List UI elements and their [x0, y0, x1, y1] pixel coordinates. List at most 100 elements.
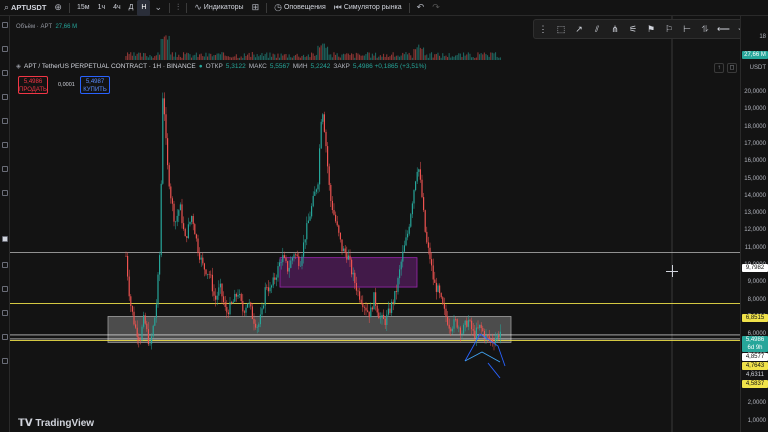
arrow-icon[interactable]: ⟵ [717, 24, 730, 35]
candle-body [143, 315, 145, 327]
magnet-tool-icon[interactable] [2, 286, 8, 292]
candle-body [498, 334, 500, 338]
zoom-tool-icon[interactable] [2, 262, 8, 268]
volume-bar [467, 52, 469, 60]
candle-body [411, 203, 413, 215]
shapes-tool-icon[interactable] [2, 190, 8, 196]
candle-body [474, 330, 476, 339]
eye-tool-icon[interactable] [2, 334, 8, 340]
price-tick: 19,0000 [744, 106, 766, 113]
candle-body [175, 221, 177, 223]
candle-body [440, 293, 442, 298]
crosshair-cursor-vertical [672, 265, 673, 277]
volume-bar [135, 55, 137, 60]
drag-handle-icon[interactable]: ⋮ [537, 24, 549, 35]
arrow-up-icon[interactable]: ↑ [714, 63, 724, 73]
fib-icon[interactable]: ⚟ [627, 24, 639, 35]
trendline-tool-icon[interactable] [2, 46, 8, 52]
volume-bar [277, 53, 279, 60]
layouts-button[interactable]: ⊞ [248, 0, 264, 16]
candle-body [335, 214, 337, 222]
volume-bar [290, 57, 292, 60]
brush-tool-icon[interactable] [2, 94, 8, 100]
candle-body [138, 336, 140, 340]
channel-icon[interactable]: ⫽ [591, 24, 603, 35]
volume-bar [498, 57, 500, 60]
volume-bar [336, 53, 338, 60]
crosshair-tool-icon[interactable] [2, 22, 8, 28]
volume-bar [323, 43, 325, 60]
trash-tool-icon[interactable] [2, 358, 8, 364]
volume-bar [219, 54, 221, 60]
sell-label: ПРОДАТЬ [19, 87, 47, 93]
volume-bar [258, 56, 260, 60]
tradingview-logo[interactable]: 𝗧𝗩 TradingView [18, 418, 94, 429]
volume-bar [341, 54, 343, 60]
timeframe-1h[interactable]: 1ч [94, 0, 110, 16]
candle-body [250, 302, 252, 307]
replay-button[interactable]: ⏮ Симулятор рынка [330, 0, 406, 16]
candle-body [323, 114, 325, 132]
sell-price: 5,4986 [23, 79, 43, 85]
fib-fan-icon[interactable]: ⚐ [663, 24, 675, 35]
volume-bar [200, 53, 202, 60]
volume-bar [363, 55, 365, 60]
pattern-tool-icon[interactable] [2, 142, 8, 148]
chart-type-button[interactable]: ⫶ [173, 0, 183, 16]
measure-icon[interactable]: ⊢ [681, 24, 693, 35]
ray-icon[interactable]: ↗ [573, 24, 585, 35]
volume-bar [464, 55, 466, 60]
volume-bar [173, 56, 175, 60]
volume-bar [352, 54, 354, 60]
candle-body [402, 251, 404, 262]
timeframe-4h[interactable]: 4ч [109, 0, 125, 16]
symbol-search[interactable]: ⌕ APTUSDT [0, 0, 50, 16]
long-position-icon[interactable]: ⥮ [699, 24, 711, 35]
volume-bar [397, 55, 399, 60]
lock-tool-icon[interactable] [2, 310, 8, 316]
candle-body [379, 317, 381, 319]
timeframe-1w[interactable]: Н [137, 0, 151, 16]
chart-pane[interactable] [10, 16, 740, 432]
price-axis[interactable]: 18 27,66 M USDT 20,0000 19,0000 18,0000 17,… [740, 16, 768, 432]
price-tick: 14,0000 [744, 192, 766, 199]
volume-bar [167, 39, 169, 60]
redo-button[interactable]: ↷ [428, 0, 444, 16]
rectangle-select-icon[interactable]: ⬚ [555, 24, 567, 35]
ruler-tool-icon[interactable] [2, 236, 8, 242]
candle-body [464, 320, 466, 325]
volume-bar [147, 57, 149, 60]
text-tool-icon[interactable] [2, 118, 8, 124]
compare-button[interactable]: ⊕ [50, 0, 66, 16]
timeframe-15m[interactable]: 15м [73, 0, 94, 16]
flag-icon[interactable]: ⚑ [645, 24, 657, 35]
candle-body [312, 195, 314, 207]
candle-body [168, 165, 170, 187]
candle-body [309, 216, 311, 221]
price-chart[interactable] [10, 16, 740, 432]
open-key: ОТКР [205, 62, 223, 70]
candles-icon: ⫶ [177, 2, 180, 12]
volume-bar [415, 49, 417, 60]
volume-bar [232, 56, 234, 60]
volume-bar [210, 53, 212, 60]
fib-tool-icon[interactable] [2, 70, 8, 76]
prediction-tool-icon[interactable] [2, 166, 8, 172]
candle-body [127, 256, 129, 277]
undo-button[interactable]: ↶ [413, 0, 429, 16]
sell-button[interactable]: 5,4986 ПРОДАТЬ [18, 76, 48, 94]
volume-bar [405, 52, 407, 60]
pitchfork-icon[interactable]: ⋔ [609, 24, 621, 35]
screenshot-icon[interactable]: ◻ [727, 63, 737, 73]
timeframe-1d[interactable]: Д [125, 0, 138, 16]
volume-bar [338, 56, 340, 60]
alerts-button[interactable]: ◷ Оповещения [270, 0, 330, 16]
volume-bar [375, 52, 377, 60]
indicators-button[interactable]: ∿ Индикаторы [190, 0, 247, 16]
candle-body [179, 204, 181, 211]
timeframe-menu[interactable]: ⌄ [150, 0, 166, 16]
candle-body [367, 310, 369, 312]
buy-label: КУПИТЬ [83, 87, 107, 93]
price-tag-4857: 4,8577 [742, 353, 768, 361]
buy-button[interactable]: 5,4987 КУПИТЬ [80, 76, 110, 94]
